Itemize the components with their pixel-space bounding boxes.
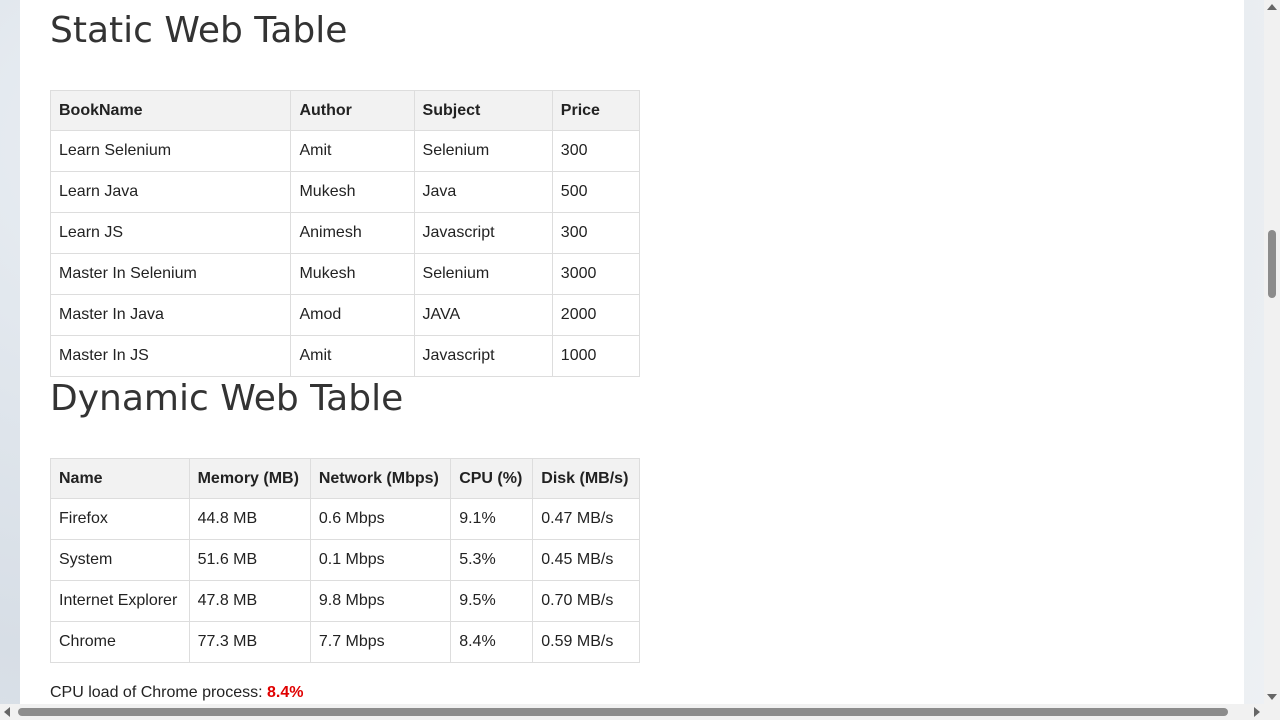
table-cell: Learn Selenium — [49, 130, 292, 172]
static-table-title: Static Web Table — [50, 10, 348, 51]
table-row: Learn JS Animesh Javascript 300 — [49, 212, 641, 254]
horizontal-scrollbar[interactable] — [0, 704, 1280, 720]
table-cell: 9.1% — [450, 498, 534, 540]
table-cell: Javascript — [413, 212, 553, 254]
column-header: Disk (MB/s) — [532, 458, 640, 499]
scroll-right-arrow-icon[interactable] — [1254, 707, 1260, 717]
table-cell: JAVA — [413, 294, 553, 336]
table-cell: Master In JS — [49, 335, 292, 377]
dynamic-table-title: Dynamic Web Table — [50, 378, 404, 419]
vertical-scrollbar[interactable] — [1264, 0, 1280, 704]
table-cell: Mukesh — [290, 171, 415, 213]
column-header: Name — [50, 458, 190, 499]
table-cell: Amit — [290, 130, 415, 172]
table-row: Master In Selenium Mukesh Selenium 3000 — [49, 253, 641, 295]
page-content: Static Web Table BookName Author Subject… — [20, 0, 1244, 704]
table-cell: 300 — [551, 130, 641, 172]
table-cell: Javascript — [413, 335, 553, 377]
table-cell: Chrome — [50, 621, 190, 663]
table-row: Chrome 77.3 MB 7.7 Mbps 8.4% 0.59 MB/s — [50, 621, 640, 663]
table-cell: 8.4% — [450, 621, 534, 663]
column-header: Memory (MB) — [188, 458, 311, 499]
table-header-row: Name Memory (MB) Network (Mbps) CPU (%) … — [50, 458, 640, 499]
table-cell: Amod — [290, 294, 415, 336]
table-row: Master In JS Amit Javascript 1000 — [49, 335, 641, 377]
table-cell: Selenium — [413, 253, 553, 295]
table-cell: 3000 — [551, 253, 641, 295]
column-header: Subject — [413, 90, 553, 131]
table-cell: 9.8 Mbps — [309, 580, 452, 622]
table-cell: 51.6 MB — [188, 539, 311, 581]
table-cell: 0.59 MB/s — [532, 621, 640, 663]
table-cell: 0.1 Mbps — [309, 539, 452, 581]
table-cell: Selenium — [413, 130, 553, 172]
cpu-load-label: CPU load of Chrome process: — [50, 684, 267, 701]
table-cell: 77.3 MB — [188, 621, 311, 663]
table-row: Master In Java Amod JAVA 2000 — [49, 294, 641, 336]
column-header: Network (Mbps) — [309, 458, 452, 499]
table-cell: Master In Java — [49, 294, 292, 336]
cpu-load-value: 8.4% — [266, 684, 304, 701]
table-cell: 0.47 MB/s — [532, 498, 640, 540]
horizontal-scroll-thumb[interactable] — [18, 708, 1228, 716]
table-cell: 0.70 MB/s — [532, 580, 640, 622]
table-header-row: BookName Author Subject Price — [49, 90, 641, 131]
scroll-left-arrow-icon[interactable] — [4, 707, 10, 717]
table-cell: 7.7 Mbps — [309, 621, 452, 663]
table-cell: 44.8 MB — [188, 498, 311, 540]
scroll-up-arrow-icon[interactable] — [1267, 4, 1277, 10]
table-row: Firefox 44.8 MB 0.6 Mbps 9.1% 0.47 MB/s — [50, 498, 640, 540]
static-web-table: BookName Author Subject Price Learn Sele… — [49, 90, 641, 377]
column-header: Author — [290, 90, 415, 131]
dynamic-web-table: Name Memory (MB) Network (Mbps) CPU (%) … — [50, 458, 640, 663]
table-row: System 51.6 MB 0.1 Mbps 5.3% 0.45 MB/s — [50, 539, 640, 581]
table-cell: 1000 — [551, 335, 641, 377]
table-cell: Internet Explorer — [50, 580, 190, 622]
table-row: Internet Explorer 47.8 MB 9.8 Mbps 9.5% … — [50, 580, 640, 622]
table-cell: 300 — [551, 212, 641, 254]
column-header: CPU (%) — [450, 458, 534, 499]
scroll-down-arrow-icon[interactable] — [1267, 694, 1277, 700]
table-cell: 2000 — [551, 294, 641, 336]
table-row: Learn Selenium Amit Selenium 300 — [49, 130, 641, 172]
table-cell: Animesh — [290, 212, 415, 254]
column-header: Price — [551, 90, 641, 131]
table-cell: Java — [413, 171, 553, 213]
table-cell: Learn JS — [49, 212, 292, 254]
table-cell: 500 — [551, 171, 641, 213]
column-header: BookName — [49, 90, 292, 131]
table-cell: Mukesh — [290, 253, 415, 295]
table-cell: Amit — [290, 335, 415, 377]
table-cell: 0.45 MB/s — [532, 539, 640, 581]
table-cell: Master In Selenium — [49, 253, 292, 295]
table-cell: 9.5% — [450, 580, 534, 622]
table-cell: System — [50, 539, 190, 581]
cpu-load-line: CPU load of Chrome process: 8.4% — [50, 684, 303, 702]
table-cell: Firefox — [50, 498, 190, 540]
table-cell: Learn Java — [49, 171, 292, 213]
vertical-scroll-thumb[interactable] — [1268, 230, 1276, 298]
table-row: Learn Java Mukesh Java 500 — [49, 171, 641, 213]
table-cell: 47.8 MB — [188, 580, 311, 622]
table-cell: 5.3% — [450, 539, 534, 581]
table-cell: 0.6 Mbps — [309, 498, 452, 540]
